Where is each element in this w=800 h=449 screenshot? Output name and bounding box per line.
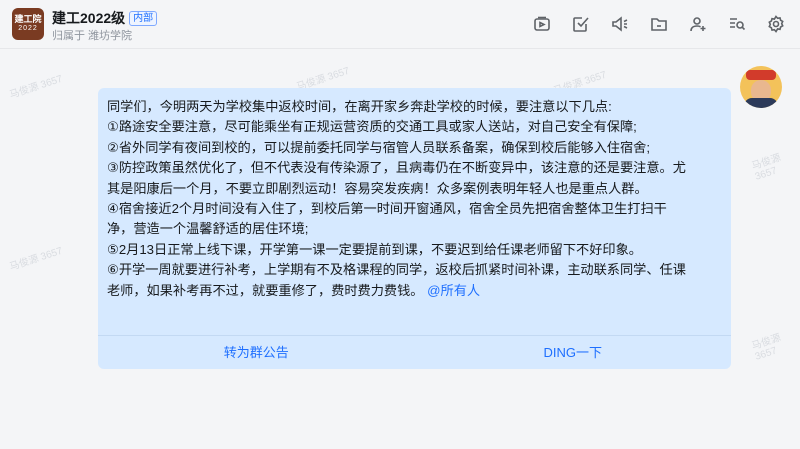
internal-badge: 内部 bbox=[129, 10, 158, 26]
message-line: ③防控政策虽然优化了，但不代表没有传染源了，且病毒仍在不断变异中，该注意的还是要… bbox=[107, 160, 686, 176]
message-line: ①路途安全要注意，尽可能乘坐有正规运营资质的交通工具或家人送站，对自己安全有保障… bbox=[107, 119, 637, 135]
video-icon[interactable] bbox=[532, 14, 552, 34]
message-line: 老师，如果补考再不过，就要重修了，费时费力费钱。 bbox=[107, 282, 424, 298]
settings-icon[interactable] bbox=[766, 14, 786, 34]
watermark: 马俊源 3657 bbox=[8, 73, 65, 102]
message-line: 其是阳康后一个月，不要立即剧烈运动！容易突发疾病！众多案例表明年轻人也是重点人群… bbox=[107, 180, 648, 196]
mention-all-link[interactable]: @所有人 bbox=[427, 283, 480, 298]
message-actions: 转为群公告 DING一下 bbox=[98, 335, 731, 370]
avatar-shirt-shape bbox=[744, 98, 778, 108]
group-avatar[interactable]: 建工院 2022 bbox=[12, 8, 44, 40]
group-avatar-year: 2022 bbox=[18, 25, 38, 32]
avatar-hat-shape bbox=[746, 70, 776, 80]
group-org-subtitle: 归属于 潍坊学院 bbox=[52, 30, 133, 42]
message-bubble[interactable]: 同学们，今明两天为学校集中返校时间，在离开家乡奔赴学校的时候，要注意以下几点: … bbox=[98, 88, 731, 369]
announcement-icon[interactable] bbox=[610, 14, 630, 34]
message-line: 同学们，今明两天为学校集中返校时间，在离开家乡奔赴学校的时候，要注意以下几点: bbox=[107, 99, 612, 114]
watermark: 马俊源 3657 bbox=[750, 152, 783, 183]
message-line: ⑥开学一周就要进行补考，上学期有不及格课程的同学，返校后抓紧时间补课，主动联系同… bbox=[107, 262, 686, 278]
convert-to-announcement-button[interactable]: 转为群公告 bbox=[98, 336, 415, 370]
add-member-icon[interactable] bbox=[688, 14, 708, 34]
folder-icon[interactable] bbox=[649, 14, 669, 34]
message-line: ⑤2月13日正常上线下课，开学第一课一定要提前到课，不要迟到给任课老师留下不好印… bbox=[107, 241, 642, 257]
sender-avatar[interactable] bbox=[740, 66, 782, 108]
message-line: ②省外同学有夜间到校的，可以提前委托同学与宿管人员联系备案，确保到校后能够入住宿… bbox=[107, 139, 650, 155]
watermark: 马俊源 3657 bbox=[750, 332, 783, 363]
group-title[interactable]: 建工2022级 bbox=[52, 8, 125, 28]
message-line-last: 老师，如果补考再不过，就要重修了，费时费力费钱。 @所有人 bbox=[107, 281, 722, 301]
chat-header: 建工院 2022 建工2022级 内部 归属于 潍坊学院 bbox=[0, 0, 800, 49]
message-line: ④宿舍接近2个月时间没有入住了，到校后第一时间开窗通风，宿舍全员先把宿舍整体卫生… bbox=[107, 201, 667, 217]
task-check-icon[interactable] bbox=[571, 14, 591, 34]
watermark: 马俊源 3657 bbox=[8, 245, 65, 274]
header-toolbar bbox=[513, 14, 786, 34]
message-text: 同学们，今明两天为学校集中返校时间，在离开家乡奔赴学校的时候，要注意以下几点: … bbox=[107, 97, 722, 301]
message-line: 净，营造一个温馨舒适的居住环境; bbox=[107, 221, 309, 237]
ding-button[interactable]: DING一下 bbox=[415, 336, 732, 370]
group-avatar-text: 建工院 bbox=[14, 14, 42, 24]
search-icon[interactable] bbox=[727, 14, 747, 34]
